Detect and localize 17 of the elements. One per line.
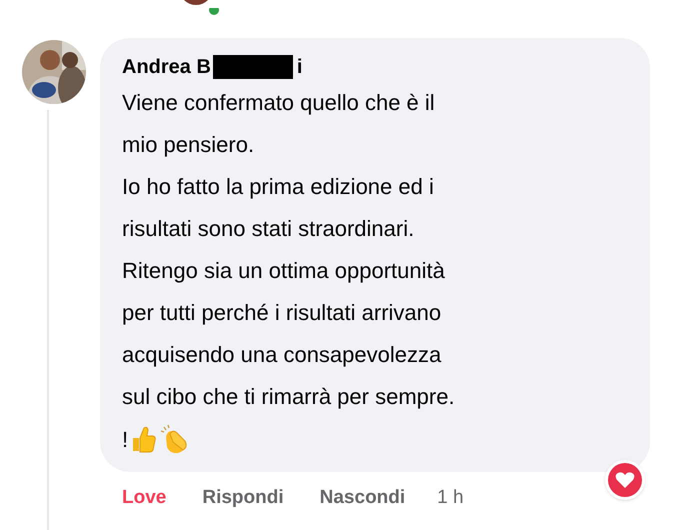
comment-text: mio pensiero. bbox=[122, 131, 256, 159]
comment-text: Ritengo sia un ottima opportunità bbox=[122, 257, 446, 285]
action-link[interactable]: Love bbox=[122, 484, 166, 512]
comment-text: Io ho fatto la prima edizione ed i bbox=[122, 173, 435, 201]
thumbs-up-icon bbox=[130, 425, 156, 453]
author-name[interactable]: Andrea B bbox=[122, 52, 211, 82]
comment-text: Viene confermato quello che è il bbox=[122, 89, 436, 117]
comment-text: ! bbox=[122, 426, 128, 454]
timestamp[interactable]: 1 h bbox=[437, 484, 464, 512]
action-link[interactable]: Rispondi bbox=[202, 484, 284, 512]
comment-text: risultati sono stati straordinari. bbox=[122, 215, 416, 243]
author-name: i bbox=[296, 55, 302, 80]
comment-text: per tutti perché i risultati arrivano bbox=[122, 299, 442, 327]
love-reaction-icon[interactable] bbox=[605, 460, 645, 500]
action-link[interactable]: Nascondi bbox=[320, 484, 406, 512]
comment-text: acquisendo una consapevolezza bbox=[122, 341, 442, 369]
comment-text: sul cibo che ti rimarrà per sempre. bbox=[122, 383, 456, 411]
